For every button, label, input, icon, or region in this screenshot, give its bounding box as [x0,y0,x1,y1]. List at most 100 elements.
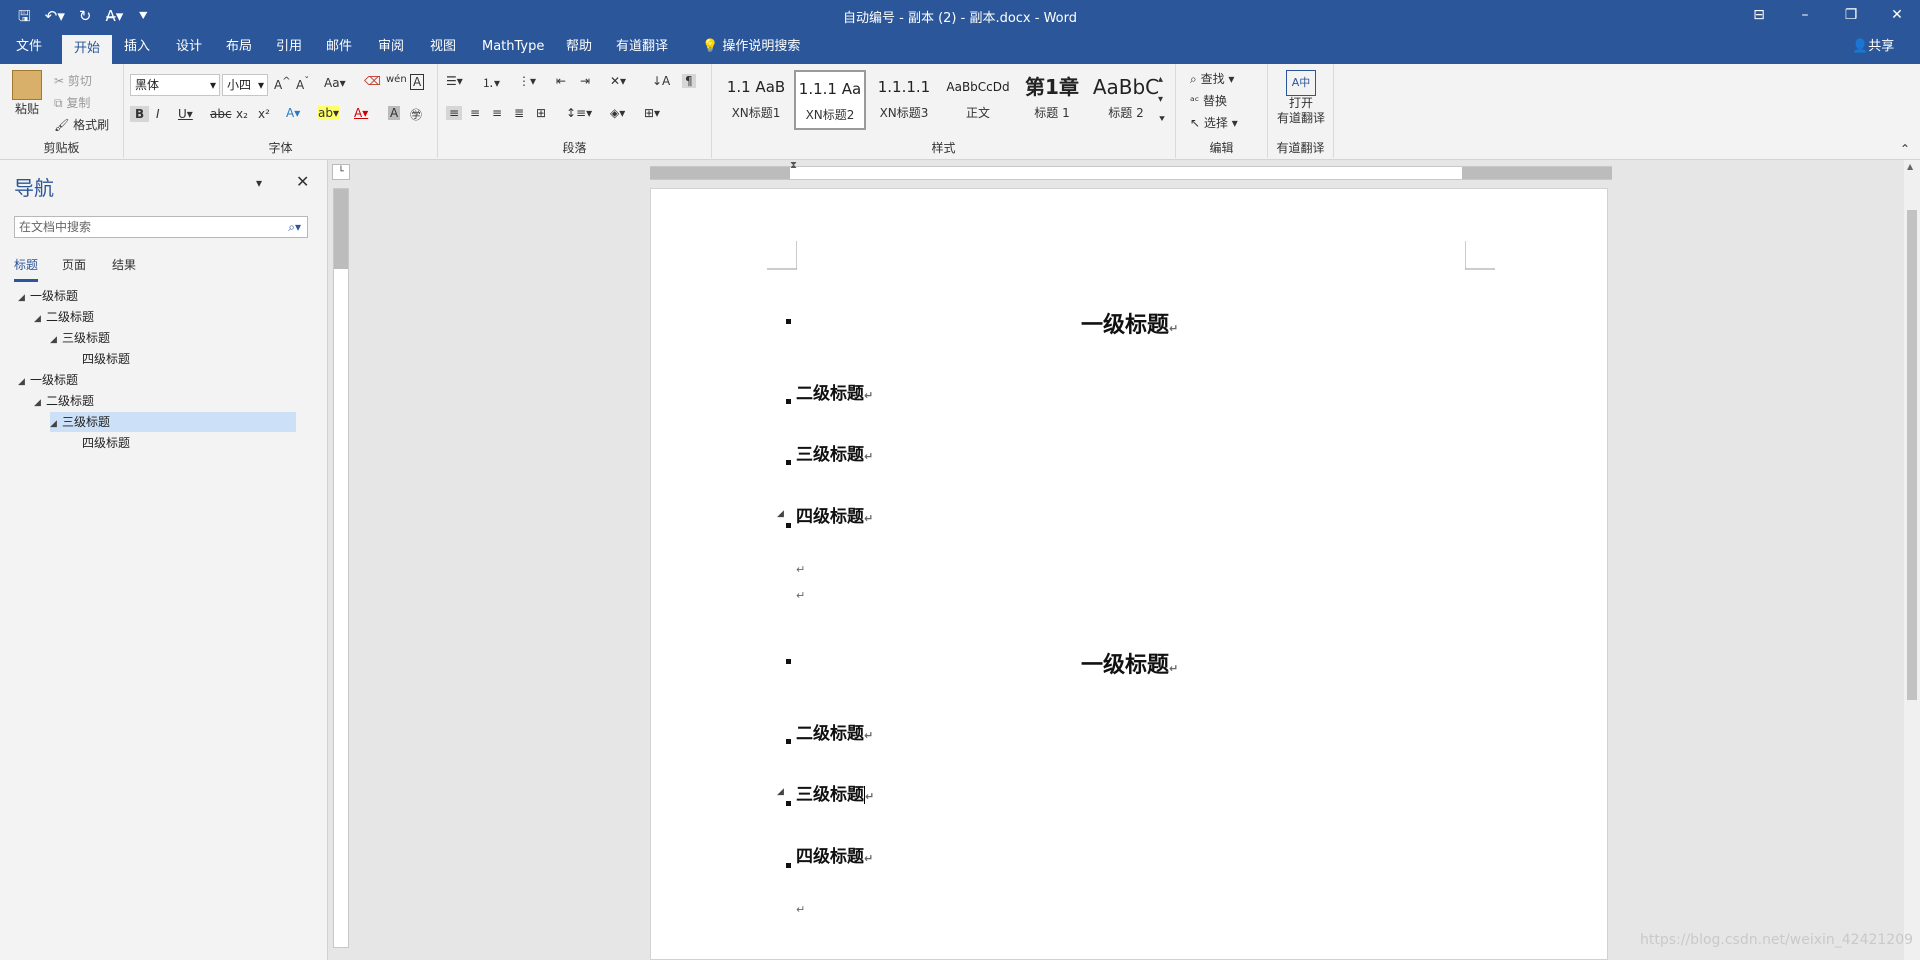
tab-design[interactable]: 设计 [164,32,214,64]
tab-home[interactable]: 开始 [62,35,113,64]
style-normal[interactable]: AaBbCcDd 正文 [942,70,1014,130]
document-page[interactable]: 一级标题↵ 二级标题↵ 三级标题↵ ◢ 四级标题↵ ↵ ↵ 一级标题↵ 二级标题… [650,188,1608,960]
change-case-button[interactable]: Aa▾ [324,76,346,90]
collapse-arrow-icon[interactable]: ◢ [34,393,46,413]
clear-format-icon[interactable]: ⌫ [364,74,381,88]
grow-font-button[interactable]: A^ [274,76,291,92]
nav-tab-headings[interactable]: 标题 [14,256,39,282]
search-icon[interactable]: ⌕▾ [288,217,301,237]
chinese-layout-icon[interactable]: ✕▾ [610,74,626,88]
char-shading-icon[interactable]: A [388,106,401,120]
subscript-button[interactable]: x₂ [236,107,248,121]
close-icon[interactable]: ✕ [1874,0,1920,32]
nav-close-icon[interactable]: ✕ [296,172,309,191]
nav-tree-item[interactable]: 四级标题 [70,349,130,369]
heading-2[interactable]: 二级标题↵ [796,379,873,404]
collapse-arrow-icon[interactable]: ◢ [50,414,62,434]
nav-search-input[interactable]: 在文档中搜索 ⌕▾ [14,216,308,238]
collapse-arrow-icon[interactable]: ◢ [50,330,62,350]
tab-insert[interactable]: 插入 [112,32,162,64]
shrink-font-button[interactable]: Aˇ [296,76,309,92]
nav-tree-item[interactable]: ◢ 二级标题 [34,391,94,411]
underline-button[interactable]: U▾ [178,107,193,121]
font-name-select[interactable]: 黑体 ▾ [130,74,220,96]
heading-1[interactable]: 一级标题↵ [1081,647,1178,679]
style-heading2[interactable]: AaBbC 标题 2 [1090,70,1162,130]
superscript-button[interactable]: x² [258,107,270,121]
style-heading1[interactable]: 第1章 标题 1 [1016,70,1088,130]
nav-tree-item[interactable]: ◢ 三级标题 [50,328,110,348]
nav-tree-item[interactable]: ◢ 二级标题 [34,307,94,327]
collapse-arrow-icon[interactable]: ◢ [18,372,30,392]
scrollbar-thumb[interactable] [1907,210,1917,700]
align-center-icon[interactable]: ≡ [470,106,480,120]
collapse-ribbon-icon[interactable]: ⌃ [1900,142,1910,156]
strikethrough-button[interactable]: abc [210,107,232,121]
ribbon-display-icon[interactable]: ⊟ [1736,0,1782,32]
tab-layout[interactable]: 布局 [214,32,264,64]
phonetic-guide-icon[interactable]: wén [386,74,407,85]
tell-me-search[interactable]: 💡 操作说明搜索 [690,32,812,64]
nav-options-icon[interactable]: ▾ [256,176,262,190]
bold-button[interactable]: B [130,106,150,122]
heading-3[interactable]: 三级标题↵ [796,440,873,465]
replace-button[interactable]: ᵃᶜ 替换 [1190,92,1227,109]
vertical-scrollbar[interactable]: ▲ [1904,160,1920,960]
nav-tab-pages[interactable]: 页面 [62,256,86,273]
share-button[interactable]: 👤共享 [1840,32,1906,64]
enclose-char-icon[interactable]: ㊫ [410,106,422,123]
restore-icon[interactable]: ❐ [1828,0,1874,32]
collapse-arrow-icon[interactable]: ◢ [777,787,784,797]
paste-button[interactable]: 粘贴 [12,70,42,117]
tab-file[interactable]: 文件 [4,32,54,64]
tab-mathtype[interactable]: MathType [470,32,556,64]
tab-mailings[interactable]: 邮件 [314,32,364,64]
font-color-icon[interactable]: A▾ [354,106,368,120]
cut-button[interactable]: ✂ 剪切 [54,72,92,89]
collapse-arrow-icon[interactable]: ◢ [34,309,46,329]
collapse-arrow-icon[interactable]: ◢ [777,509,784,519]
tab-help[interactable]: 帮助 [554,32,604,64]
nav-tree-item-selected[interactable]: ◢ 三级标题 [50,412,296,432]
shading-icon[interactable]: ◈▾ [610,106,625,120]
open-youdao-button[interactable]: A中 打开 有道翻译 [1272,70,1330,126]
font-size-select[interactable]: 小四 ▾ [222,74,268,96]
align-right-icon[interactable]: ≡ [492,106,502,120]
indent-marker-icon[interactable]: ⧗ [790,160,797,171]
nav-tree-item[interactable]: ◢ 一级标题 [18,286,78,306]
find-button[interactable]: ⌕ 查找 ▾ [1190,70,1234,87]
distributed-icon[interactable]: ⊞ [536,106,546,120]
heading-3-active[interactable]: 三级标题↵ [796,780,874,805]
tab-view[interactable]: 视图 [418,32,468,64]
scroll-up-icon[interactable]: ▲ [1907,162,1913,171]
line-spacing-icon[interactable]: ↕≡▾ [566,106,592,120]
borders-icon[interactable]: ⊞▾ [644,106,660,120]
minimize-icon[interactable]: – [1782,0,1828,32]
numbering-icon[interactable]: ⒈▾ [482,74,500,91]
heading-4[interactable]: 四级标题↵ [796,502,873,527]
tab-selector-icon[interactable]: └ [332,164,350,180]
sort-icon[interactable]: ↓A [652,74,670,88]
nav-tab-results[interactable]: 结果 [112,256,136,273]
nav-tree-item[interactable]: ◢ 一级标题 [18,370,78,390]
select-button[interactable]: ↖ 选择 ▾ [1190,114,1238,131]
justify-icon[interactable]: ≣ [514,106,524,120]
text-effects-icon[interactable]: A▾ [286,106,300,120]
tab-youdao[interactable]: 有道翻译 [604,32,680,64]
char-border-icon[interactable]: A [410,74,425,90]
italic-button[interactable]: I [156,107,160,121]
decrease-indent-icon[interactable]: ⇤ [556,74,566,88]
heading-2[interactable]: 二级标题↵ [796,719,873,744]
style-xn2[interactable]: 1.1.1 Aa XN标题2 [794,70,866,130]
multilevel-list-icon[interactable]: ⋮▾ [518,74,536,88]
style-xn1[interactable]: 1.1 AaB XN标题1 [720,70,792,130]
bullets-icon[interactable]: ☰▾ [446,74,463,88]
style-xn3[interactable]: 1.1.1.1 XN标题3 [868,70,940,130]
heading-1[interactable]: 一级标题↵ [1081,307,1178,339]
highlight-icon[interactable]: ab▾ [318,106,339,120]
nav-tree-item[interactable]: 四级标题 [70,433,130,453]
increase-indent-icon[interactable]: ⇥ [580,74,590,88]
copy-button[interactable]: ⧉ 复制 [54,94,90,111]
heading-4[interactable]: 四级标题↵ [796,842,873,867]
format-painter-button[interactable]: 🖌 格式刷 [54,116,109,133]
